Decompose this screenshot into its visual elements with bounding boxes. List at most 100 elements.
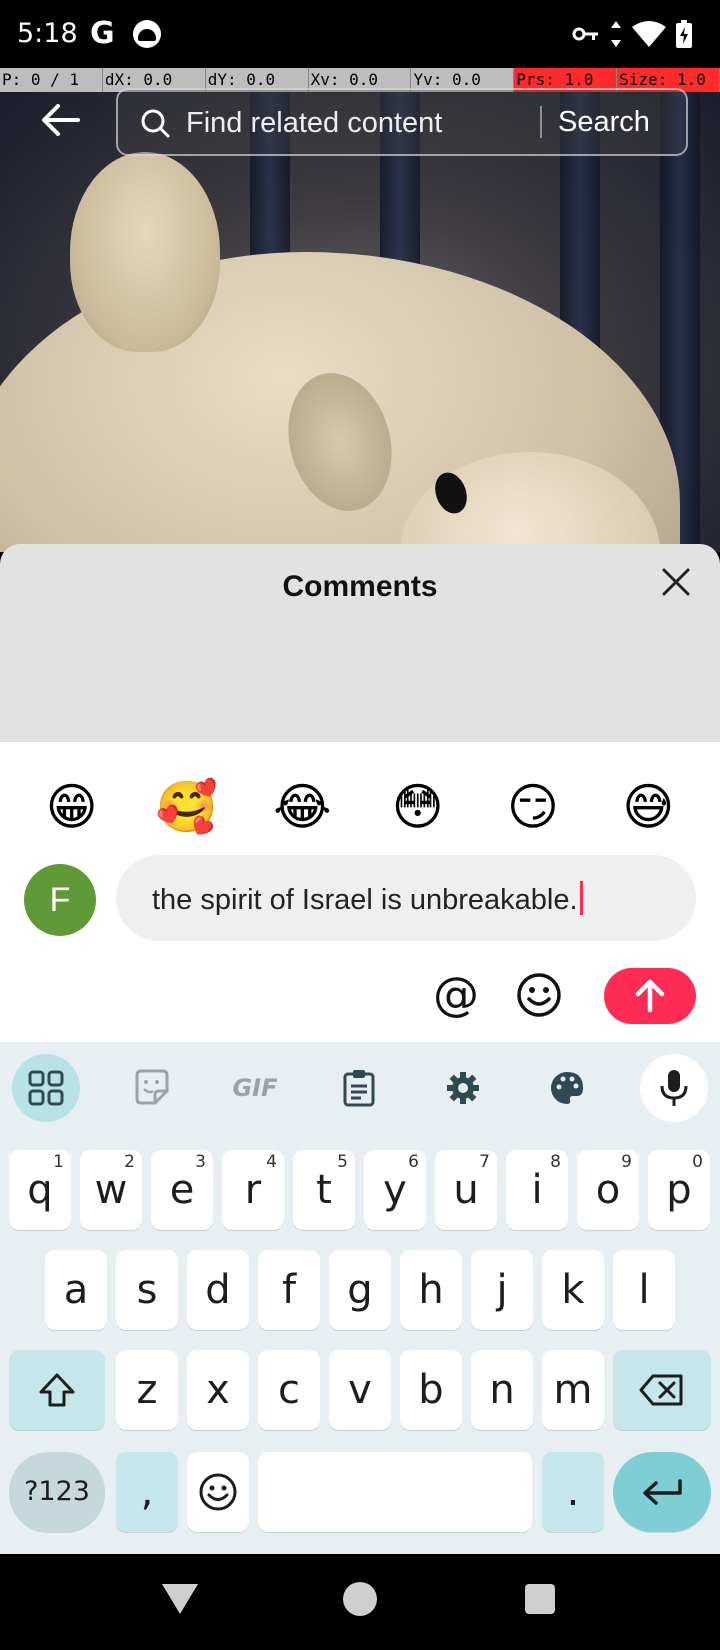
clipboard-button[interactable] bbox=[325, 1054, 393, 1122]
debug-pointer: P: 0 / 1 bbox=[0, 68, 103, 92]
status-icons bbox=[572, 20, 692, 48]
emoji-icon bbox=[199, 1473, 237, 1511]
key-i[interactable]: i8 bbox=[506, 1150, 568, 1230]
key-v[interactable]: v bbox=[329, 1350, 391, 1430]
back-button[interactable] bbox=[38, 100, 86, 140]
gif-label: GIF bbox=[232, 1074, 278, 1102]
arrow-up-icon bbox=[635, 979, 665, 1013]
voice-input-button[interactable] bbox=[640, 1054, 708, 1122]
key-s[interactable]: s bbox=[116, 1250, 178, 1330]
key-e[interactable]: e3 bbox=[151, 1150, 213, 1230]
comments-title: Comments bbox=[282, 570, 438, 603]
backspace-key[interactable] bbox=[613, 1350, 711, 1430]
data-arrows-icon bbox=[611, 21, 621, 47]
comment-compose-panel: 😁 🥰 😂 😳 😏 😅 F the spirit of Israel is un… bbox=[0, 742, 720, 1042]
key-u[interactable]: u7 bbox=[435, 1150, 497, 1230]
video-player[interactable] bbox=[0, 92, 720, 552]
key-p[interactable]: p0 bbox=[648, 1150, 710, 1230]
backspace-icon bbox=[639, 1374, 683, 1406]
clipboard-icon bbox=[343, 1070, 375, 1107]
emoji-smirk-button[interactable]: 😏 bbox=[493, 772, 573, 842]
key-a[interactable]: a bbox=[45, 1250, 107, 1330]
emoji-key[interactable] bbox=[187, 1452, 249, 1532]
comma-key[interactable]: , bbox=[116, 1452, 178, 1532]
battery-icon bbox=[676, 20, 692, 48]
google-icon: G bbox=[90, 16, 115, 51]
comments-sheet: Comments bbox=[0, 544, 720, 742]
emoji-sweat-smile-button[interactable]: 😅 bbox=[608, 772, 688, 842]
key-y[interactable]: y6 bbox=[364, 1150, 426, 1230]
period-key[interactable]: . bbox=[542, 1452, 604, 1532]
nav-recents-button[interactable] bbox=[525, 1584, 555, 1614]
on-screen-keyboard: GIF q1 w2 e3 r4 t5 y6 u7 i8 o9 p0 a s d … bbox=[0, 1042, 720, 1554]
comment-input-text: the spirit of Israel is unbreakable. bbox=[152, 884, 578, 916]
search-icon bbox=[141, 109, 170, 138]
mic-icon bbox=[660, 1070, 688, 1106]
keyboard-row-3: z x c v b n m bbox=[0, 1350, 720, 1430]
key-h[interactable]: h bbox=[400, 1250, 462, 1330]
key-l[interactable]: l bbox=[613, 1250, 675, 1330]
key-q[interactable]: q1 bbox=[9, 1150, 71, 1230]
keyboard-row-1: q1 w2 e3 r4 t5 y6 u7 i8 o9 p0 bbox=[0, 1150, 720, 1230]
status-time: 5:18 bbox=[17, 18, 78, 49]
enter-key[interactable] bbox=[613, 1452, 711, 1532]
comment-input[interactable]: the spirit of Israel is unbreakable. bbox=[116, 855, 696, 941]
key-b[interactable]: b bbox=[400, 1350, 462, 1430]
keyboard-settings-button[interactable] bbox=[429, 1054, 497, 1122]
key-n[interactable]: n bbox=[471, 1350, 533, 1430]
system-navigation-bar bbox=[0, 1554, 720, 1650]
nav-home-button[interactable] bbox=[343, 1582, 377, 1616]
space-key[interactable] bbox=[258, 1452, 532, 1532]
vpn-key-icon bbox=[572, 27, 598, 41]
gif-button[interactable]: GIF bbox=[221, 1054, 289, 1122]
keyboard-row-2: a s d f g h j k l bbox=[0, 1250, 720, 1330]
emoji-hearts-button[interactable]: 🥰 bbox=[147, 772, 227, 842]
key-d[interactable]: d bbox=[187, 1250, 249, 1330]
apps-grid-icon bbox=[28, 1070, 64, 1106]
key-f[interactable]: f bbox=[258, 1250, 320, 1330]
gear-icon bbox=[447, 1072, 479, 1104]
palette-icon bbox=[551, 1072, 583, 1104]
emoji-grin-button[interactable]: 😁 bbox=[32, 772, 112, 842]
key-x[interactable]: x bbox=[187, 1350, 249, 1430]
app-notification-icon bbox=[133, 20, 161, 48]
send-button[interactable] bbox=[604, 968, 696, 1024]
apps-grid-button[interactable] bbox=[12, 1054, 80, 1122]
nav-back-button[interactable] bbox=[162, 1584, 198, 1614]
key-m[interactable]: m bbox=[542, 1350, 604, 1430]
emoji-tears-of-joy-button[interactable]: 😂 bbox=[262, 772, 342, 842]
key-c[interactable]: c bbox=[258, 1350, 320, 1430]
quick-emoji-bar: 😁 🥰 😂 😳 😏 😅 bbox=[0, 772, 720, 842]
key-t[interactable]: t5 bbox=[293, 1150, 355, 1230]
theme-button[interactable] bbox=[533, 1054, 601, 1122]
wifi-icon bbox=[632, 21, 666, 47]
keyboard-row-4: ?123 , . bbox=[0, 1452, 720, 1532]
teddy-bear-ear bbox=[70, 152, 220, 352]
key-o[interactable]: o9 bbox=[577, 1150, 639, 1230]
key-g[interactable]: g bbox=[329, 1250, 391, 1330]
search-bar[interactable]: Find related content Search bbox=[116, 88, 688, 156]
key-w[interactable]: w2 bbox=[80, 1150, 142, 1230]
key-r[interactable]: r4 bbox=[222, 1150, 284, 1230]
emoji-picker-icon[interactable] bbox=[516, 972, 562, 1018]
key-j[interactable]: j bbox=[471, 1250, 533, 1330]
key-z[interactable]: z bbox=[116, 1350, 178, 1430]
keyboard-toolbar: GIF bbox=[0, 1054, 720, 1124]
symbols-key[interactable]: ?123 bbox=[9, 1452, 105, 1532]
sticker-icon bbox=[135, 1069, 169, 1105]
sticker-button[interactable] bbox=[118, 1054, 186, 1122]
emoji-flushed-button[interactable]: 😳 bbox=[378, 772, 458, 842]
search-button[interactable]: Search bbox=[558, 106, 650, 139]
status-bar: 5:18 G bbox=[0, 0, 720, 68]
arrow-left-icon bbox=[42, 104, 80, 136]
shift-key[interactable] bbox=[9, 1350, 105, 1430]
mention-button[interactable]: @ bbox=[432, 970, 480, 1018]
search-placeholder[interactable]: Find related content bbox=[186, 107, 442, 140]
avatar: F bbox=[24, 864, 96, 936]
close-icon[interactable] bbox=[660, 566, 692, 598]
search-divider bbox=[540, 106, 542, 138]
shift-icon bbox=[39, 1373, 75, 1407]
enter-arrow-icon bbox=[643, 1479, 682, 1505]
text-cursor bbox=[579, 881, 583, 915]
key-k[interactable]: k bbox=[542, 1250, 604, 1330]
